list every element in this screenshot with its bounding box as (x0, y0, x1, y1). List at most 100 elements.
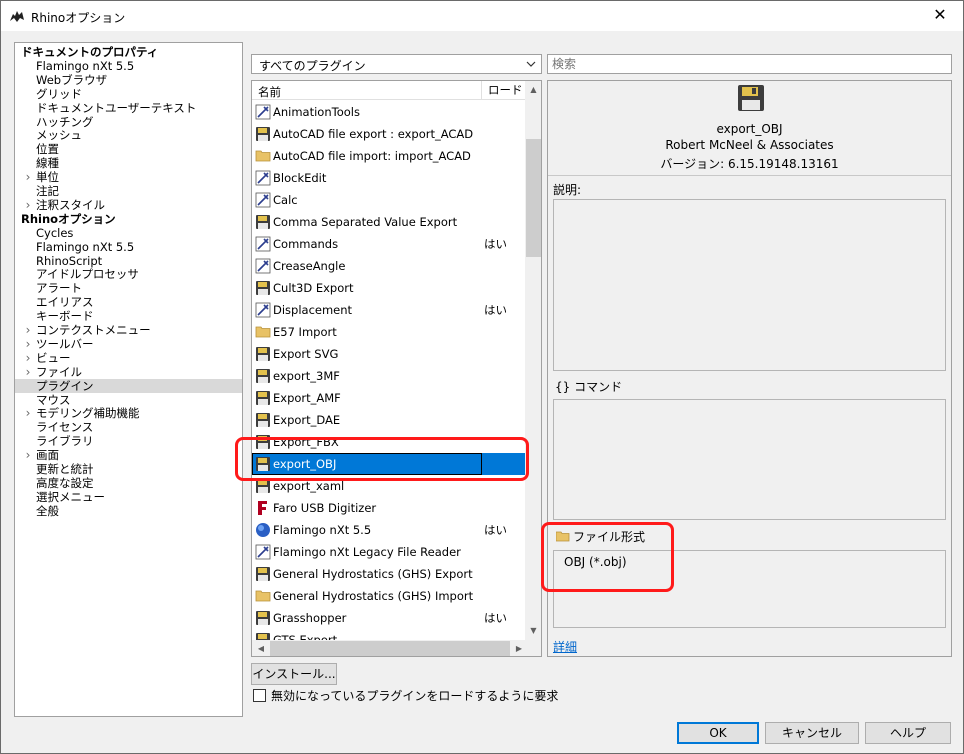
load-disabled-checkbox[interactable] (253, 689, 266, 702)
tree-item[interactable]: Flamingo nXt 5.5 (15, 59, 242, 73)
plugin-row[interactable]: Export_DAE (252, 409, 525, 431)
scroll-down-icon[interactable]: ▼ (525, 626, 541, 635)
plugin-filter-dropdown[interactable]: すべてのプラグイン (251, 54, 542, 74)
tree-item[interactable]: ドキュメントユーザーテキスト (15, 101, 242, 115)
floppy-disk-icon (256, 127, 270, 141)
tree-item-label: 選択メニュー (36, 489, 105, 504)
horizontal-scrollbar[interactable]: ◀ ▶ (252, 640, 541, 656)
expand-chevron-icon[interactable]: › (23, 337, 33, 351)
highlight-annotation (541, 522, 674, 592)
tree-item[interactable]: 全般 (15, 504, 242, 518)
tree-item[interactable]: グリッド (15, 87, 242, 101)
cancel-button[interactable]: キャンセル (765, 722, 859, 744)
help-button[interactable]: ヘルプ (865, 722, 951, 744)
ok-button[interactable]: OK (677, 722, 759, 744)
tree-item[interactable]: 選択メニュー (15, 490, 242, 504)
scroll-up-icon[interactable]: ▲ (525, 85, 541, 94)
scroll-left-icon[interactable]: ◀ (256, 644, 266, 653)
plugin-tool-icon (255, 104, 271, 120)
column-header-load[interactable]: ロード (481, 81, 525, 100)
plugin-row[interactable]: CreaseAngle (252, 255, 525, 277)
details-link[interactable]: 詳細 (553, 638, 577, 655)
plugin-row-name: E57 Import (273, 325, 337, 339)
column-header-name[interactable]: 名前 (258, 84, 281, 100)
plugin-row[interactable]: Displacement はい (252, 299, 525, 321)
tree-item-label: 高度な設定 (36, 475, 94, 490)
options-tree[interactable]: ドキュメントのプロパティ Flamingo nXt 5.5 Webブラウザ グリッドド… (14, 42, 243, 717)
horizontal-scroll-thumb[interactable] (270, 641, 510, 656)
tree-item[interactable]: アラート (15, 281, 242, 295)
tree-item[interactable]: Rhinoオプション (15, 212, 242, 226)
tree-item[interactable]: › 注釈スタイル (15, 198, 242, 212)
plugin-row[interactable]: Commands はい (252, 233, 525, 255)
plugin-row-name: Displacement (273, 303, 353, 317)
tree-item[interactable]: エイリアス (15, 295, 242, 309)
plugin-row[interactable]: export_3MF (252, 365, 525, 387)
scroll-right-icon[interactable]: ▶ (514, 644, 524, 653)
tree-item[interactable]: RhinoScript (15, 254, 242, 268)
plugin-list[interactable]: 名前 ロード AnimationTools AutoCAD file export… (251, 80, 542, 657)
expand-chevron-icon[interactable]: › (23, 170, 33, 184)
search-input[interactable] (547, 54, 952, 74)
vertical-scrollbar[interactable]: ▲ ▼ (525, 81, 541, 640)
expand-chevron-icon[interactable]: › (23, 406, 33, 420)
tree-item[interactable]: プラグイン (15, 378, 242, 393)
tree-item[interactable]: › コンテクストメニュー (15, 323, 242, 337)
plugin-row[interactable]: Grasshopper はい (252, 607, 525, 629)
tree-item[interactable]: › ツールバー (15, 337, 242, 351)
tree-item[interactable]: ライブラリ (15, 434, 242, 448)
tree-item[interactable]: Cycles (15, 226, 242, 240)
tree-item[interactable]: 更新と統計 (15, 462, 242, 476)
tree-item[interactable]: › ファイル (15, 365, 242, 379)
plugin-row[interactable]: AutoCAD file import: import_ACAD (252, 145, 525, 167)
tree-item[interactable]: アイドルプロセッサ (15, 267, 242, 281)
tree-item[interactable]: Flamingo nXt 5.5 (15, 240, 242, 254)
list-header: 名前 ロード (252, 81, 525, 100)
plugin-row[interactable]: AutoCAD file export : export_ACAD (252, 123, 525, 145)
plugin-row[interactable]: BlockEdit (252, 167, 525, 189)
plugin-row[interactable]: Flamingo nXt 5.5 はい (252, 519, 525, 541)
tree-item-label: ライブラリ (36, 434, 94, 449)
plugin-row[interactable]: E57 Import (252, 321, 525, 343)
plugin-row[interactable]: Comma Separated Value Export (252, 211, 525, 233)
expand-chevron-icon[interactable]: › (23, 323, 33, 337)
expand-chevron-icon[interactable]: › (23, 351, 33, 365)
floppy-disk-icon (256, 281, 270, 295)
install-button[interactable]: インストール... (251, 663, 337, 685)
tree-item[interactable]: メッシュ (15, 128, 242, 142)
plugin-row[interactable]: General Hydrostatics (GHS) Import (252, 585, 525, 607)
plugin-row[interactable]: Faro USB Digitizer (252, 497, 525, 519)
expand-chevron-icon[interactable]: › (23, 198, 33, 212)
plugin-row[interactable]: Cult3D Export (252, 277, 525, 299)
tree-item[interactable]: キーボード (15, 309, 242, 323)
plugin-row-name: Commands (273, 237, 339, 251)
tree-item[interactable]: ライセンス (15, 420, 242, 434)
plugin-row[interactable]: General Hydrostatics (GHS) Export (252, 563, 525, 585)
tree-item-label: 位置 (36, 142, 59, 157)
plugin-row[interactable]: Export_AMF (252, 387, 525, 409)
tree-item[interactable]: 線種 (15, 156, 242, 170)
plugin-row[interactable]: Export SVG (252, 343, 525, 365)
tree-item[interactable]: 高度な設定 (15, 476, 242, 490)
tree-item[interactable]: 位置 (15, 142, 242, 156)
plugin-row[interactable]: Flamingo nXt Legacy File Reader (252, 541, 525, 563)
plugin-tool-icon (255, 170, 271, 186)
tree-item[interactable]: › 画面 (15, 448, 242, 462)
plugin-row-name: Calc (273, 193, 298, 207)
plugin-tool-icon (255, 192, 271, 208)
vertical-scroll-thumb[interactable] (526, 139, 541, 257)
expand-chevron-icon[interactable]: › (23, 448, 33, 462)
expand-chevron-icon[interactable]: › (23, 365, 33, 379)
tree-item[interactable]: › ビュー (15, 351, 242, 365)
tree-item[interactable]: ドキュメントのプロパティ (15, 45, 242, 59)
globe-icon (256, 523, 270, 537)
tree-item[interactable]: Webブラウザ (15, 73, 242, 87)
tree-item[interactable]: ハッチング (15, 115, 242, 129)
plugin-row[interactable]: AnimationTools (252, 101, 525, 123)
close-button[interactable]: ✕ (917, 1, 963, 31)
tree-item[interactable]: › 単位 (15, 170, 242, 184)
plugin-row[interactable]: Calc (252, 189, 525, 211)
tree-item[interactable]: マウス (15, 393, 242, 407)
tree-item[interactable]: 注記 (15, 184, 242, 198)
tree-item[interactable]: › モデリング補助機能 (15, 406, 242, 420)
